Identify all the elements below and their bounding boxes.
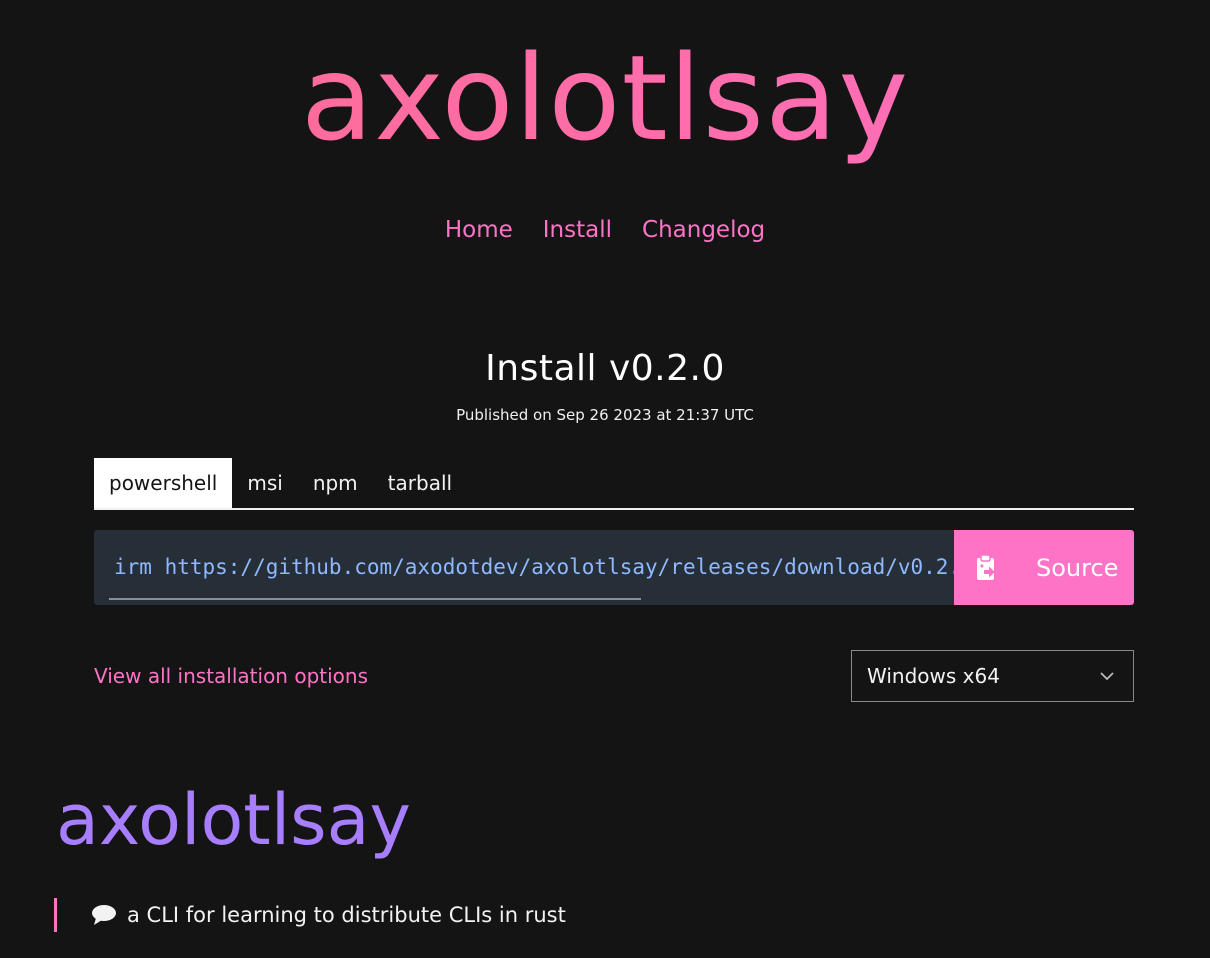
tab-npm[interactable]: npm bbox=[298, 458, 373, 508]
nav-install-link[interactable]: Install bbox=[543, 212, 612, 248]
readme-quote-text: a CLI for learning to distribute CLIs in… bbox=[127, 903, 566, 927]
nav-home-link[interactable]: Home bbox=[445, 212, 513, 248]
source-button[interactable]: Source bbox=[954, 530, 1134, 605]
tab-tarball[interactable]: tarball bbox=[373, 458, 467, 508]
chevron-down-icon bbox=[1099, 668, 1115, 684]
source-button-label: Source bbox=[1036, 553, 1119, 582]
nav-changelog-link[interactable]: Changelog bbox=[642, 212, 765, 248]
install-command[interactable]: irm https://github.com/axodotdev/axolotl… bbox=[114, 530, 954, 605]
view-all-installation-options-link[interactable]: View all installation options bbox=[94, 662, 368, 690]
readme-blockquote: a CLI for learning to distribute CLIs in… bbox=[54, 898, 566, 932]
speech-bubble-icon bbox=[91, 904, 117, 926]
clipboard-copy-icon[interactable] bbox=[974, 553, 1000, 583]
installer-tabs: powershell msi npm tarball bbox=[94, 458, 1134, 510]
platform-select-value: Windows x64 bbox=[867, 664, 1000, 688]
published-date: Published on Sep 26 2023 at 21:37 UTC bbox=[456, 406, 754, 424]
main-nav: Home Install Changelog bbox=[0, 212, 1210, 248]
readme-title: axolotlsay bbox=[56, 779, 411, 861]
platform-select[interactable]: Windows x64 bbox=[851, 650, 1134, 702]
tab-msi[interactable]: msi bbox=[232, 458, 297, 508]
install-title: Install v0.2.0 bbox=[485, 348, 725, 389]
page: axolotlsay Home Install Changelog Instal… bbox=[0, 0, 1210, 958]
tab-powershell[interactable]: powershell bbox=[94, 458, 233, 508]
code-scrollbar[interactable] bbox=[109, 598, 641, 600]
site-logo[interactable]: axolotlsay bbox=[0, 18, 1210, 178]
install-command-box: irm https://github.com/axodotdev/axolotl… bbox=[94, 530, 1134, 605]
